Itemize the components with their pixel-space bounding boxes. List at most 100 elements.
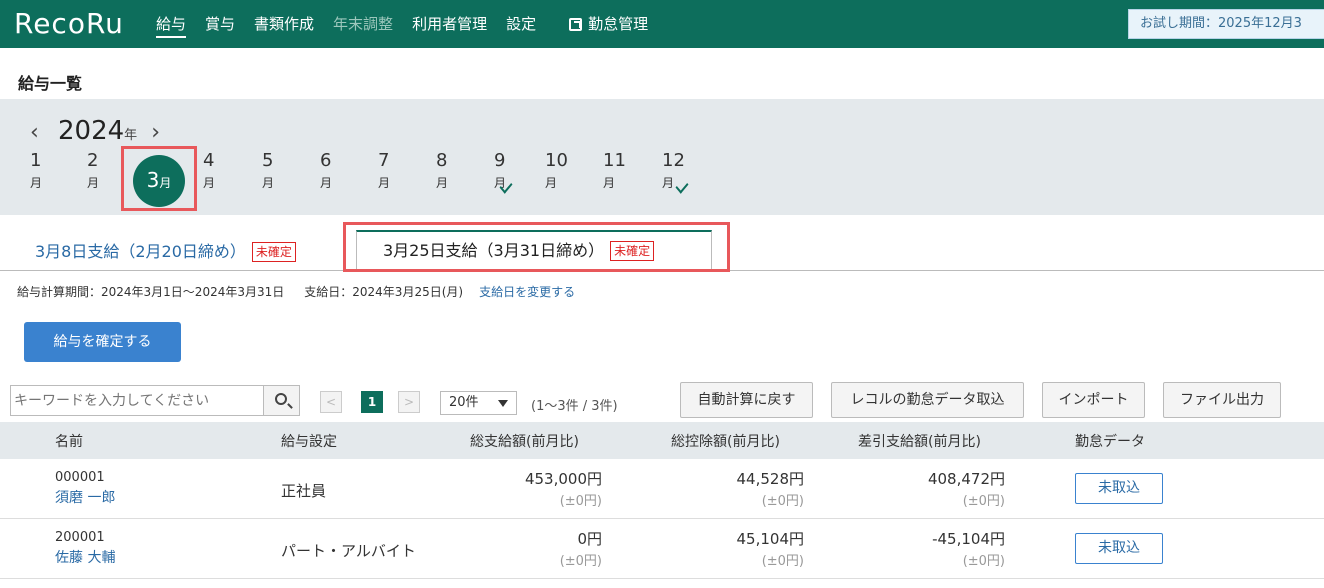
month-9[interactable]: 9月: [494, 150, 513, 202]
nav-settings[interactable]: 設定: [506, 0, 536, 48]
per-page-select[interactable]: 20件: [440, 391, 517, 415]
month-11[interactable]: 11 月: [603, 150, 626, 202]
deduction-amount: 44,528円: [736, 470, 805, 488]
month-number: 4: [203, 150, 215, 171]
month-10[interactable]: 10 月: [545, 150, 568, 202]
net-diff: (±0円): [962, 494, 1005, 509]
col-net: 差引支給額(前月比): [858, 434, 981, 450]
attendance-import-button[interactable]: 未取込: [1075, 473, 1163, 504]
month-unit: 月: [87, 176, 100, 190]
table-row: 200001 佐藤 大輔 パート・アルバイト 0円 (±0円) 45,104円 …: [0, 519, 1324, 579]
employee-code: 200001: [55, 530, 105, 545]
employee-name-link[interactable]: 佐藤 大輔: [55, 547, 115, 567]
search-icon: [275, 393, 287, 405]
month-number: 9: [494, 150, 506, 171]
file-export-button[interactable]: ファイル出力: [1163, 382, 1281, 418]
import-attendance-button[interactable]: レコルの勤怠データ取込: [831, 382, 1024, 418]
month-6[interactable]: 6月: [320, 150, 332, 202]
chevron-right-icon[interactable]: ›: [151, 120, 171, 145]
month-number: 6: [320, 150, 332, 171]
gross-amount: 453,000円: [524, 470, 602, 488]
col-deduction: 総控除額(前月比): [671, 434, 780, 450]
month-unit: 月: [320, 176, 333, 190]
nav-bonus[interactable]: 賞与: [205, 0, 235, 48]
gross-diff: (±0円): [559, 554, 602, 569]
month-8[interactable]: 8月: [436, 150, 448, 202]
search-button[interactable]: [263, 385, 300, 416]
main-nav: 給与 賞与 書類作成 年末調整 利用者管理 設定 勤怠管理: [156, 0, 667, 48]
col-name: 名前: [55, 434, 83, 450]
nav-salary[interactable]: 給与: [156, 0, 187, 48]
month-unit: 月: [262, 176, 275, 190]
month-number: 2: [87, 150, 99, 171]
month-number: 12: [662, 150, 685, 171]
chevron-left-icon[interactable]: ‹: [30, 120, 50, 145]
table-row: 000001 須磨 一郎 正社員 453,000円 (±0円) 44,528円 …: [0, 459, 1324, 519]
current-page[interactable]: 1: [361, 391, 383, 413]
nav-attendance-link[interactable]: 勤怠管理: [569, 0, 648, 48]
confirm-salary-button[interactable]: 給与を確定する: [24, 322, 181, 362]
col-setting: 給与設定: [281, 434, 337, 450]
month-12[interactable]: 12 月: [662, 150, 689, 202]
gross-diff: (±0円): [559, 494, 602, 509]
month-number: 5: [262, 150, 274, 171]
top-bar: RecoRu 給与 賞与 書類作成 年末調整 利用者管理 設定 勤怠管理 お試し…: [0, 0, 1324, 48]
salary-setting: パート・アルバイト: [281, 542, 416, 560]
month-number: 10: [545, 150, 568, 171]
nav-user-management[interactable]: 利用者管理: [412, 0, 487, 48]
employee-name-link[interactable]: 須磨 一郎: [55, 487, 115, 507]
highlight-box-tab: [343, 222, 730, 272]
pay-period-info: 給与計算期間：2024年3月1日～2024年3月31日 支給日：2024年3月25…: [17, 283, 575, 300]
prev-page-button[interactable]: <: [320, 391, 342, 413]
month-number: 1: [30, 150, 42, 171]
deduction-diff: (±0円): [761, 554, 804, 569]
tab-march-8[interactable]: 3月8日支給（2月20日締め） 未確定: [35, 238, 296, 262]
month-2[interactable]: 2月: [87, 150, 99, 202]
attendance-import-button[interactable]: 未取込: [1075, 533, 1163, 564]
deduction-amount: 45,104円: [736, 530, 805, 548]
month-5[interactable]: 5月: [262, 150, 274, 202]
reset-auto-calc-button[interactable]: 自動計算に戻す: [680, 382, 813, 418]
highlight-box-month: [121, 146, 197, 211]
trial-period-notice[interactable]: お試し期間：2025年12月3: [1128, 9, 1324, 39]
col-gross: 総支給額(前月比): [470, 434, 579, 450]
search-input[interactable]: [10, 385, 264, 416]
month-unit: 月: [378, 176, 391, 190]
nav-attendance-label: 勤怠管理: [588, 15, 649, 33]
month-unit: 月: [203, 176, 216, 190]
result-range: (1～3件 / 3件): [531, 399, 618, 414]
deduction-diff: (±0円): [761, 494, 804, 509]
net-amount: 408,472円: [927, 470, 1005, 488]
salary-setting: 正社員: [281, 482, 327, 500]
month-unit: 月: [545, 176, 558, 190]
payday: 支給日：2024年3月25日(月): [304, 285, 464, 299]
month-number: 8: [436, 150, 448, 171]
next-page-button[interactable]: >: [398, 391, 420, 413]
month-7[interactable]: 7月: [378, 150, 390, 202]
calc-period: 給与計算期間：2024年3月1日～2024年3月31日: [17, 285, 285, 299]
month-number: 7: [378, 150, 390, 171]
caret-down-icon: [498, 400, 508, 407]
external-link-icon: [569, 17, 583, 31]
net-amount: -45,104円: [932, 530, 1005, 548]
month-1[interactable]: 1月: [30, 150, 42, 202]
month-unit: 月: [662, 176, 675, 190]
status-badge: 未確定: [251, 242, 296, 262]
year-unit: 年: [124, 128, 138, 143]
employee-code: 000001: [55, 470, 105, 485]
change-payday-link[interactable]: 支給日を変更する: [479, 285, 575, 299]
nav-year-end[interactable]: 年末調整: [333, 0, 393, 48]
app-logo[interactable]: RecoRu: [14, 10, 124, 38]
month-unit: 月: [30, 176, 43, 190]
net-diff: (±0円): [962, 554, 1005, 569]
nav-documents[interactable]: 書類作成: [254, 0, 314, 48]
month-number: 11: [603, 150, 626, 171]
page-title: 給与一覧: [18, 74, 83, 93]
month-4[interactable]: 4月: [203, 150, 215, 202]
year-value: 2024: [58, 116, 125, 146]
import-button[interactable]: インポート: [1042, 382, 1145, 418]
per-page-value: 20件: [449, 395, 479, 410]
tab-label: 3月8日支給（2月20日締め）: [35, 242, 246, 261]
col-attendance: 勤怠データ: [1075, 434, 1145, 450]
year-selector: ‹ 2024 年 ›: [30, 116, 171, 146]
